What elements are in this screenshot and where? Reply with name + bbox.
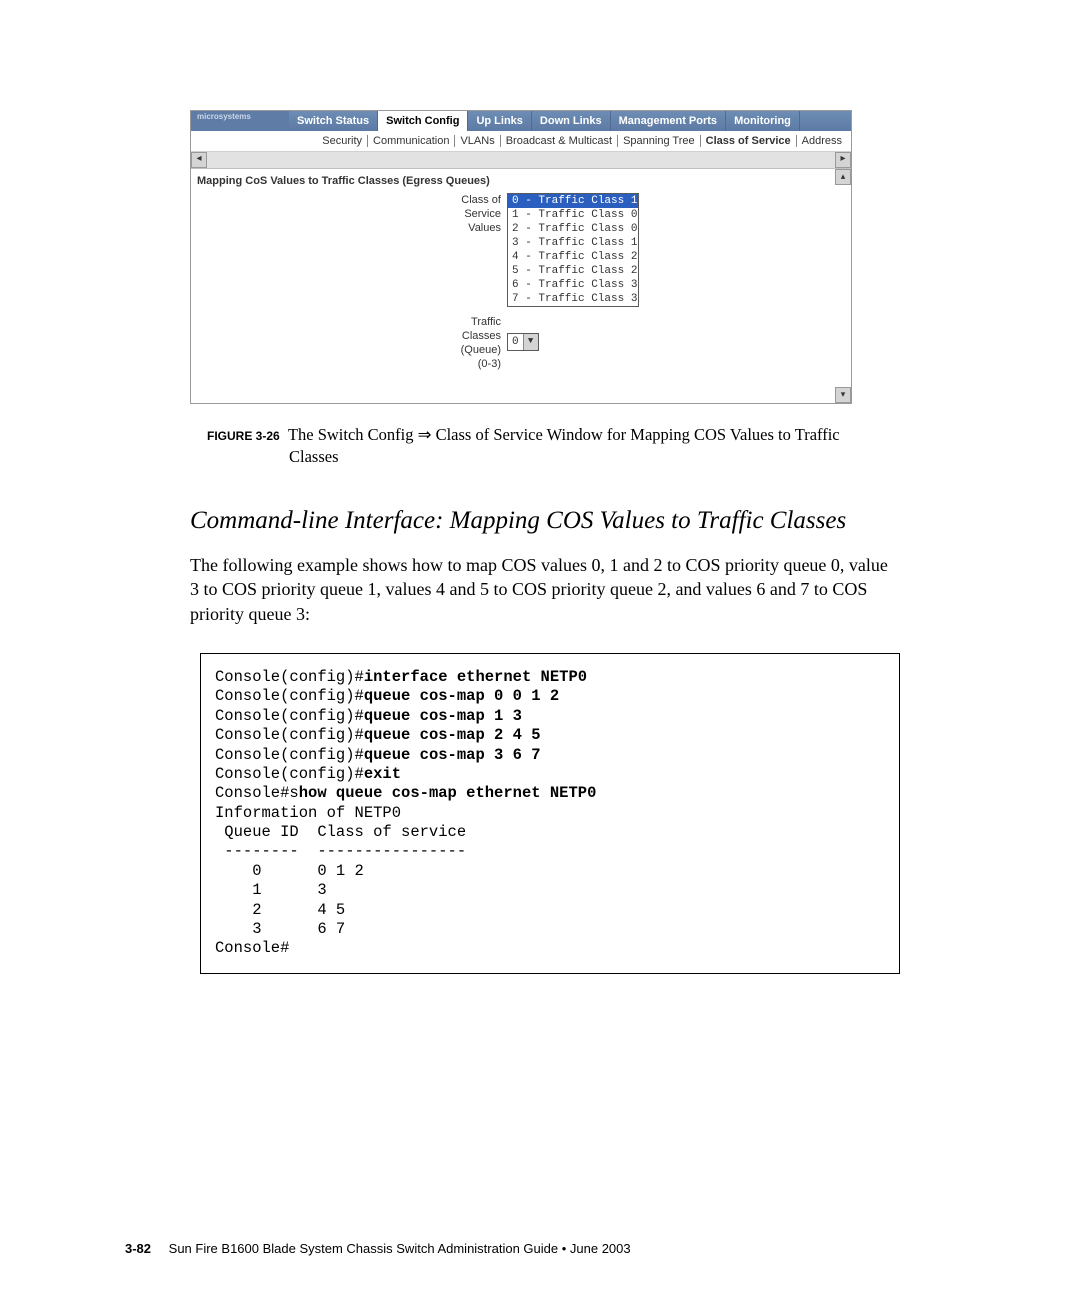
cos-option-2[interactable]: 2 - Traffic Class 0 xyxy=(508,222,638,236)
panel-title: Mapping CoS Values to Traffic Classes (E… xyxy=(197,175,845,187)
subtab-spanning-tree[interactable]: Spanning Tree xyxy=(618,135,701,147)
cos-values-listbox[interactable]: 0 - Traffic Class 1 1 - Traffic Class 0 … xyxy=(507,193,639,307)
page-footer: 3-82 Sun Fire B1600 Blade System Chassis… xyxy=(125,1241,945,1256)
cos-listbox-label: Class of Service Values xyxy=(197,193,507,235)
tab-switch-config[interactable]: Switch Config xyxy=(378,111,468,131)
horizontal-scrollbar[interactable]: ◂ ▸ xyxy=(191,152,851,169)
scroll-left-icon[interactable]: ◂ xyxy=(191,152,207,168)
chevron-down-icon[interactable]: ▼ xyxy=(523,334,538,350)
sub-tab-bar: Security Communication VLANs Broadcast &… xyxy=(191,131,851,152)
tab-management-ports[interactable]: Management Ports xyxy=(611,111,726,131)
cos-option-1[interactable]: 1 - Traffic Class 0 xyxy=(508,208,638,222)
cli-heading: Command-line Interface: Mapping COS Valu… xyxy=(190,507,1020,535)
scroll-right-icon[interactable]: ▸ xyxy=(835,152,851,168)
switch-config-screenshot: microsystems Switch Status Switch Config… xyxy=(190,110,852,404)
cos-option-3[interactable]: 3 - Traffic Class 1 xyxy=(508,236,638,250)
subtab-address[interactable]: Address xyxy=(797,135,847,147)
subtab-broadcast[interactable]: Broadcast & Multicast xyxy=(501,135,618,147)
tab-up-links[interactable]: Up Links xyxy=(468,111,531,131)
cli-example: Console(config)#interface ethernet NETP0… xyxy=(200,653,900,974)
footer-text: Sun Fire B1600 Blade System Chassis Swit… xyxy=(169,1241,631,1256)
figure-number: FIGURE 3-26 xyxy=(207,429,280,443)
tab-switch-status[interactable]: Switch Status xyxy=(289,111,378,131)
cos-option-5[interactable]: 5 - Traffic Class 2 xyxy=(508,264,638,278)
cos-option-6[interactable]: 6 - Traffic Class 3 xyxy=(508,278,638,292)
cos-option-7[interactable]: 7 - Traffic Class 3 xyxy=(508,292,638,306)
tab-monitoring[interactable]: Monitoring xyxy=(726,111,800,131)
subtab-vlans[interactable]: VLANs xyxy=(455,135,500,147)
subtab-communication[interactable]: Communication xyxy=(368,135,455,147)
subtab-cos[interactable]: Class of Service xyxy=(701,135,797,147)
logo: microsystems xyxy=(191,111,289,131)
scroll-down-icon[interactable]: ▾ xyxy=(835,387,851,403)
traffic-class-dropdown[interactable]: 0 ▼ xyxy=(507,333,539,351)
main-tab-bar: microsystems Switch Status Switch Config… xyxy=(191,111,851,131)
tab-down-links[interactable]: Down Links xyxy=(532,111,611,131)
cos-option-4[interactable]: 4 - Traffic Class 2 xyxy=(508,250,638,264)
figure-caption: FIGURE 3-26 The Switch Config ⇒ Class of… xyxy=(207,424,867,469)
dropdown-value: 0 xyxy=(508,336,523,348)
cos-option-0[interactable]: 0 - Traffic Class 1 xyxy=(508,194,638,208)
scroll-up-icon[interactable]: ▴ xyxy=(835,169,851,185)
page-number: 3-82 xyxy=(125,1241,151,1256)
body-paragraph: The following example shows how to map C… xyxy=(190,553,890,627)
cos-mapping-panel: ▴ ▾ Mapping CoS Values to Traffic Classe… xyxy=(191,169,851,403)
queue-dropdown-label: Traffic Classes (Queue) (0-3) xyxy=(197,315,507,371)
subtab-security[interactable]: Security xyxy=(317,135,368,147)
